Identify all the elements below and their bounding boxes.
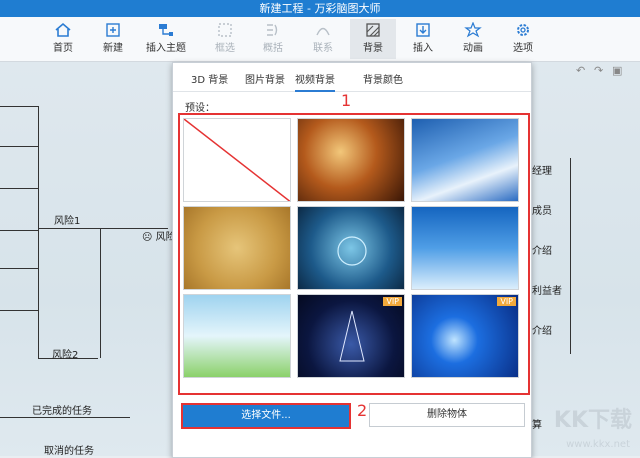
vip-badge: VIP <box>497 297 516 306</box>
relation-icon <box>316 27 330 36</box>
marker-1: 1 <box>341 91 352 110</box>
new-file-icon <box>106 23 120 37</box>
gear-icon <box>517 24 529 36</box>
node-completed-tasks[interactable]: 已完成的任务 <box>32 402 92 417</box>
node-right-3[interactable]: 介绍 <box>532 242 552 257</box>
branch-line <box>0 106 38 107</box>
thumbnail-none[interactable] <box>183 118 291 202</box>
thumbnail-golden-bubbles[interactable] <box>183 206 291 290</box>
animation-icon <box>464 22 482 38</box>
branch-line <box>0 310 38 311</box>
branch-line <box>100 228 101 358</box>
vip-badge: VIP <box>383 297 402 306</box>
background-tabs: 3D 背景 图片背景 视频背景 背景颜色 <box>173 63 531 92</box>
camera-icon[interactable]: ▣ <box>612 64 622 77</box>
toolbar: 首页 新建 插入主题 框选 概括 联系 背景 插入 动画 选项 <box>0 17 640 62</box>
insert-icon <box>416 23 430 37</box>
marker-2: 2 <box>357 401 368 420</box>
toolbar-new-button[interactable]: 新建 <box>90 19 136 59</box>
node-right-2[interactable]: 成员 <box>532 202 552 217</box>
node-right-4[interactable]: 利益者 <box>532 282 562 297</box>
branch-line <box>0 146 38 147</box>
home-icon <box>55 22 71 37</box>
box-select-icon <box>218 23 232 37</box>
background-panel: 3D 背景 图片背景 视频背景 背景颜色 预设： 1 VIP VIP 选择文件.… <box>172 62 532 458</box>
thumbnail-spring-bokeh[interactable] <box>183 294 291 378</box>
branch-line <box>0 188 38 189</box>
thumbnail-blue-sky[interactable] <box>411 118 519 202</box>
branch-line <box>0 230 38 231</box>
thumbnail-christmas-tree[interactable]: VIP <box>297 294 405 378</box>
tab-background-color[interactable]: 背景颜色 <box>363 71 403 86</box>
toolbar-options-button[interactable]: 选项 <box>500 19 546 59</box>
undo-icon[interactable]: ↶ <box>576 64 585 77</box>
node-right-1[interactable]: 经理 <box>532 162 552 177</box>
node-risk-1[interactable]: 风险1 <box>54 212 80 227</box>
thumbnail-grid: VIP VIP <box>178 113 530 395</box>
insert-topic-icon <box>159 24 173 36</box>
redo-icon[interactable]: ↷ <box>594 64 603 77</box>
branch-line <box>0 417 130 418</box>
node-canceled-tasks[interactable]: 取消的任务 <box>44 442 94 456</box>
thumbnail-autumn-leaves[interactable] <box>297 118 405 202</box>
toolbar-animation-button[interactable]: 动画 <box>450 19 496 59</box>
window-title: 新建工程 - 万彩脑图大师 <box>0 0 640 17</box>
delete-object-button[interactable]: 删除物体 <box>369 403 525 427</box>
toolbar-box-select-button[interactable]: 框选 <box>202 19 248 59</box>
thumbnail-water-drop[interactable] <box>297 206 405 290</box>
node-risk[interactable]: ☹ 风险 <box>142 228 176 243</box>
background-icon <box>366 23 380 37</box>
node-right-6[interactable]: 算 <box>532 416 542 431</box>
thumbnail-snowflakes[interactable] <box>411 206 519 290</box>
node-risk-2[interactable]: 风险2 <box>52 346 78 361</box>
toolbar-relation-button[interactable]: 联系 <box>300 19 346 59</box>
branch-line <box>570 158 571 354</box>
toolbar-background-button[interactable]: 背景 <box>350 19 396 59</box>
toolbar-home-button[interactable]: 首页 <box>40 19 86 59</box>
choose-file-button[interactable]: 选择文件... <box>181 403 351 429</box>
watermark-url: www.kkx.net <box>566 439 630 450</box>
face-icon: ☹ <box>142 232 153 243</box>
toolbar-insert-topic-button[interactable]: 插入主题 <box>140 19 192 59</box>
summary-icon <box>267 24 278 36</box>
tab-video-background[interactable]: 视频背景 <box>295 71 335 92</box>
branch-line <box>38 106 39 358</box>
tab-3d-background[interactable]: 3D 背景 <box>191 71 228 86</box>
preset-label: 预设： <box>185 103 215 114</box>
toolbar-insert-button[interactable]: 插入 <box>400 19 446 59</box>
node-right-5[interactable]: 介绍 <box>532 322 552 337</box>
toolbar-summary-button[interactable]: 概括 <box>250 19 296 59</box>
tab-image-background[interactable]: 图片背景 <box>245 71 285 86</box>
thumbnail-blue-light[interactable]: VIP <box>411 294 519 378</box>
branch-line <box>0 268 38 269</box>
watermark-logo: KK下载 <box>553 408 632 433</box>
